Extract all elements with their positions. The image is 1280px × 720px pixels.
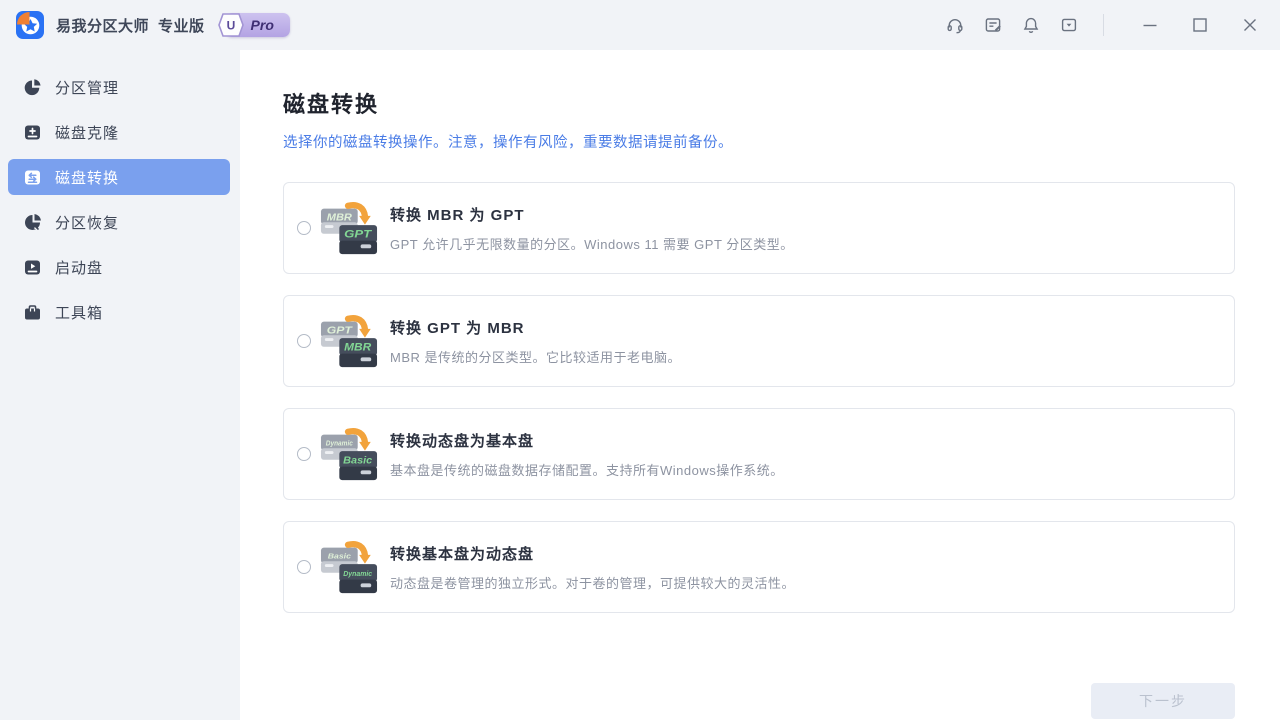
svg-text:U: U <box>226 19 235 33</box>
svg-text:GPT: GPT <box>327 325 354 336</box>
titlebar: 易我分区大师 专业版 U Pro <box>0 0 1280 50</box>
svg-text:Dynamic: Dynamic <box>343 569 373 578</box>
app-window: 易我分区大师 专业版 U Pro <box>0 0 1280 720</box>
option-title: 转换 MBR 为 GPT <box>390 204 794 225</box>
menu-button[interactable] <box>1057 13 1081 37</box>
option-card-basic-to-dynamic[interactable]: Basic Dynamic 转换基本盘为动态盘 动态盘是卷管理的独立形式。对于卷… <box>283 521 1235 613</box>
basic-to-dynamic-disk-icon: Basic Dynamic <box>320 538 378 596</box>
pie-chart-icon <box>22 77 42 97</box>
svg-text:MBR: MBR <box>327 212 352 223</box>
svg-text:Basic: Basic <box>328 551 352 560</box>
disk-convert-icon <box>22 167 42 187</box>
mbr-to-gpt-disk-icon: MBR GPT <box>320 199 378 257</box>
sidebar-item-boot-disk[interactable]: 启动盘 <box>8 249 230 285</box>
radio-gpt-to-mbr[interactable] <box>297 334 311 348</box>
boot-disk-icon <box>22 257 42 277</box>
main-content: 磁盘转换 选择你的磁盘转换操作。注意，操作有风险，重要数据请提前备份。 MBR … <box>240 50 1280 720</box>
option-card-dynamic-to-basic[interactable]: Dynamic Basic 转换动态盘为基本盘 基本盘是传统的磁盘数据存储配置。… <box>283 408 1235 500</box>
radio-basic-to-dynamic[interactable] <box>297 560 311 574</box>
radio-mbr-to-gpt[interactable] <box>297 221 311 235</box>
titlebar-divider <box>1103 14 1104 36</box>
sidebar-item-disk-convert[interactable]: 磁盘转换 <box>8 159 230 195</box>
option-title: 转换 GPT 为 MBR <box>390 317 681 338</box>
maximize-icon <box>1190 15 1210 35</box>
dropdown-menu-icon <box>1059 15 1079 35</box>
headset-icon <box>945 15 965 35</box>
support-button[interactable] <box>943 13 967 37</box>
option-description: 动态盘是卷管理的独立形式。对于卷的管理，可提供较大的灵活性。 <box>390 573 795 592</box>
minimize-icon <box>1140 15 1160 35</box>
svg-text:GPT: GPT <box>344 229 373 241</box>
feedback-note-icon <box>983 15 1003 35</box>
svg-text:Dynamic: Dynamic <box>326 438 354 447</box>
radio-dynamic-to-basic[interactable] <box>297 447 311 461</box>
pro-badge: U Pro <box>217 12 290 38</box>
sidebar: 分区管理 磁盘克隆 <box>0 50 240 720</box>
svg-text:Basic: Basic <box>343 456 373 467</box>
sidebar-item-toolbox[interactable]: 工具箱 <box>8 294 230 330</box>
app-edition: 专业版 <box>158 15 205 36</box>
notifications-button[interactable] <box>1019 13 1043 37</box>
gpt-to-mbr-disk-icon: GPT MBR <box>320 312 378 370</box>
minimize-button[interactable] <box>1138 13 1162 37</box>
footer: 下一步 <box>283 683 1235 719</box>
option-card-gpt-to-mbr[interactable]: GPT MBR 转换 GPT 为 MBR MBR 是传统的分区类型。它比较适用于… <box>283 295 1235 387</box>
sidebar-item-partition-management[interactable]: 分区管理 <box>8 69 230 105</box>
svg-text:MBR: MBR <box>344 342 371 354</box>
option-description: 基本盘是传统的磁盘数据存储配置。支持所有Windows操作系统。 <box>390 460 784 479</box>
u-emblem-icon: U <box>217 12 245 38</box>
option-title: 转换动态盘为基本盘 <box>390 430 784 451</box>
titlebar-actions <box>943 13 1262 37</box>
option-card-mbr-to-gpt[interactable]: MBR GPT 转换 MBR 为 GPT GPT 允许几乎无限数量的分区。Win… <box>283 182 1235 274</box>
feedback-button[interactable] <box>981 13 1005 37</box>
close-icon <box>1240 15 1260 35</box>
page-title: 磁盘转换 <box>283 87 1235 119</box>
conversion-options: MBR GPT 转换 MBR 为 GPT GPT 允许几乎无限数量的分区。Win… <box>283 182 1235 634</box>
app-title: 易我分区大师 <box>56 15 149 36</box>
next-step-button[interactable]: 下一步 <box>1091 683 1235 719</box>
disk-clone-icon <box>22 122 42 142</box>
option-description: MBR 是传统的分区类型。它比较适用于老电脑。 <box>390 347 681 366</box>
option-description: GPT 允许几乎无限数量的分区。Windows 11 需要 GPT 分区类型。 <box>390 234 794 253</box>
page-subtitle: 选择你的磁盘转换操作。注意，操作有风险，重要数据请提前备份。 <box>283 131 1235 152</box>
option-title: 转换基本盘为动态盘 <box>390 543 795 564</box>
dynamic-to-basic-disk-icon: Dynamic Basic <box>320 425 378 483</box>
app-logo-icon <box>16 11 44 39</box>
pro-badge-label: Pro <box>251 17 274 33</box>
toolbox-icon <box>22 302 42 322</box>
sidebar-item-partition-recovery[interactable]: 分区恢复 <box>8 204 230 240</box>
sidebar-item-disk-clone[interactable]: 磁盘克隆 <box>8 114 230 150</box>
maximize-button[interactable] <box>1188 13 1212 37</box>
notification-bell-icon <box>1021 15 1041 35</box>
partition-recovery-icon <box>22 212 42 232</box>
close-button[interactable] <box>1238 13 1262 37</box>
